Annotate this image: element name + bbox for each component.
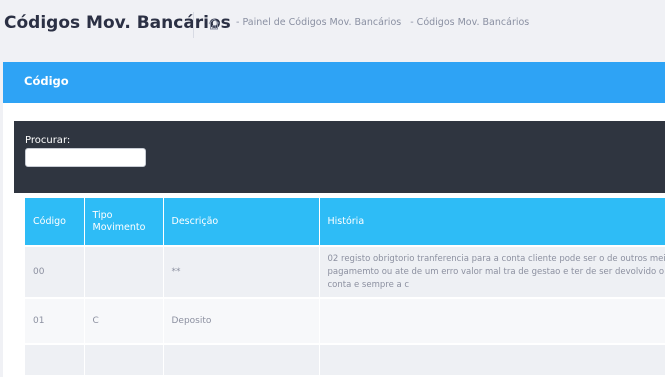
codes-table: Código Tipo Movimento Descrição História…: [25, 198, 665, 375]
breadcrumb-item[interactable]: - Painel de Códigos Mov. Bancários: [236, 17, 401, 28]
column-header-codigo[interactable]: Código: [25, 198, 85, 246]
home-icon[interactable]: [207, 17, 221, 31]
title-divider: [193, 12, 194, 38]
card-title: Código: [24, 74, 69, 88]
page-title: Códigos Mov. Bancários: [4, 13, 231, 33]
top-bar: Códigos Mov. Bancários - Painel de Códig…: [0, 0, 665, 50]
cell-descricao: [163, 343, 320, 375]
table-container: Código Tipo Movimento Descrição História…: [14, 193, 665, 377]
table-row[interactable]: [25, 343, 665, 375]
cell-historia: [319, 297, 665, 344]
cell-tipo: [84, 343, 164, 375]
cell-historia: 02 registo obrigtorio tranferencia para …: [319, 245, 665, 298]
table-row[interactable]: 00 ** 02 registo obrigtorio tranferencia…: [25, 245, 665, 298]
column-header-historia[interactable]: História: [319, 198, 665, 246]
table-header-row: Código Tipo Movimento Descrição História: [25, 198, 665, 246]
cell-tipo: C: [84, 297, 164, 344]
table-row[interactable]: 01 C Deposito: [25, 297, 665, 344]
cell-descricao: Deposito: [163, 297, 320, 344]
cell-codigo: 00: [25, 245, 85, 298]
filter-bar: Procurar:: [14, 121, 665, 193]
cell-tipo: [84, 245, 164, 298]
card-header: Código: [3, 62, 665, 103]
column-header-tipo-movimento[interactable]: Tipo Movimento: [84, 198, 164, 246]
cell-descricao: **: [163, 245, 320, 298]
column-header-descricao[interactable]: Descrição: [163, 198, 320, 246]
cell-codigo: 01: [25, 297, 85, 344]
search-label: Procurar:: [25, 135, 71, 146]
codes-card: Código Procurar: Código Tipo Movimento D…: [3, 62, 665, 377]
cell-codigo: [25, 343, 85, 375]
breadcrumb-item[interactable]: - Códigos Mov. Bancários: [410, 17, 529, 28]
cell-historia: [319, 343, 665, 375]
breadcrumb: - Painel de Códigos Mov. Bancários - Cód…: [236, 17, 535, 28]
search-input[interactable]: [25, 148, 146, 167]
